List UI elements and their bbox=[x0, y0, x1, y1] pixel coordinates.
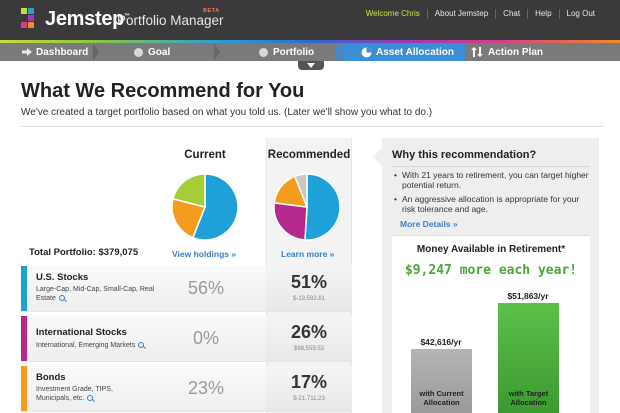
bar-current-label: with Current Allocation bbox=[419, 389, 464, 407]
total-portfolio: Total Portfolio: $379,075 bbox=[29, 247, 139, 258]
magnifier-icon[interactable] bbox=[138, 342, 145, 348]
bar-target-label: with Target Allocation bbox=[508, 389, 549, 407]
recommended-percent: 26% bbox=[290, 322, 328, 342]
delta-amount: $-19,592.81 bbox=[292, 296, 326, 302]
money-amount: $9,247 more each year! bbox=[404, 263, 578, 278]
money-title: Money Available in Retirement* bbox=[416, 244, 566, 255]
asset-name: Bonds bbox=[36, 372, 66, 383]
recommended-heading: Recommended bbox=[267, 149, 351, 161]
asset-row-international-stocks: International Stocks International, Emer… bbox=[21, 316, 352, 362]
step-asset-allocation[interactable]: Asset Allocation bbox=[341, 43, 465, 61]
swap-arrows-icon bbox=[471, 47, 483, 57]
why-bullet: With 21 years to retirement, you can tar… bbox=[392, 170, 592, 190]
current-percent: 23% bbox=[187, 378, 225, 398]
arrow-right-icon bbox=[22, 48, 32, 56]
welcome-user: Welcome Chris bbox=[365, 9, 420, 18]
jemstep-logo-icon bbox=[21, 8, 34, 28]
panel-notch bbox=[373, 148, 382, 166]
bar-current-value: $42,616/yr bbox=[420, 337, 462, 347]
pie-icon bbox=[361, 47, 372, 57]
why-list: With 21 years to retirement, you can tar… bbox=[392, 170, 592, 218]
asset-name: U.S. Stocks bbox=[36, 272, 89, 283]
step-dashboard[interactable]: Dashboard bbox=[0, 43, 99, 61]
page-subtitle: We've created a target portfolio based o… bbox=[21, 107, 433, 118]
more-details-link[interactable]: More Details » bbox=[400, 219, 458, 229]
current-percent: 0% bbox=[192, 328, 219, 348]
recommended-pie-chart bbox=[273, 173, 341, 241]
top-nav: Welcome Chris About Jemstep Chat Help Lo… bbox=[359, 9, 602, 19]
asset-color-bar bbox=[21, 266, 27, 311]
recommended-cell: 51% $-19,592.81 bbox=[266, 266, 352, 311]
step-label: Portfolio bbox=[273, 46, 315, 58]
step-label: Goal bbox=[148, 46, 171, 58]
asset-color-bar bbox=[21, 366, 27, 411]
divider bbox=[21, 126, 604, 127]
divider bbox=[392, 166, 590, 167]
pie-slice-u-s-stocks bbox=[304, 173, 341, 241]
nav-logout-link[interactable]: Log Out bbox=[558, 9, 602, 19]
bar-target-value: $51,863/yr bbox=[507, 291, 549, 301]
asset-color-bar bbox=[21, 316, 27, 361]
app-header: Jemstep™ Portfolio Manager BETA Welcome … bbox=[0, 0, 620, 40]
nav-help-link[interactable]: Help bbox=[527, 9, 558, 19]
current-percent: 56% bbox=[187, 278, 225, 298]
magnifier-icon[interactable] bbox=[87, 395, 94, 401]
asset-desc: Large-Cap, Mid-Cap, Small-Cap, Real Esta… bbox=[36, 286, 155, 302]
current-pie-chart bbox=[171, 173, 239, 241]
circle-icon bbox=[259, 47, 268, 57]
recommended-percent: 17% bbox=[290, 372, 328, 392]
beta-badge: BETA bbox=[203, 8, 220, 14]
nav-about-link[interactable]: About Jemstep bbox=[426, 9, 495, 19]
recommended-percent: 51% bbox=[290, 272, 328, 292]
why-title: Why this recommendation? bbox=[392, 149, 537, 161]
magnifier-icon[interactable] bbox=[58, 295, 65, 301]
pie-slice-international-stocks bbox=[273, 202, 308, 241]
collapse-toggle[interactable] bbox=[298, 61, 324, 70]
nav-chat-link[interactable]: Chat bbox=[495, 9, 527, 19]
step-label: Dashboard bbox=[36, 46, 89, 58]
delta-amount: $-21,711.23 bbox=[293, 396, 325, 402]
step-portfolio[interactable]: Portfolio bbox=[219, 43, 342, 61]
why-bullet: An aggressive allocation is appropriate … bbox=[392, 194, 592, 214]
page-title: What We Recommend for You bbox=[21, 80, 305, 102]
asset-desc: Investment Grade, TIPS, Municipals, etc. bbox=[36, 386, 113, 402]
recommended-cell: 17% $-21,711.23 bbox=[266, 366, 352, 411]
asset-row-bonds: Bonds Investment Grade, TIPS, Municipals… bbox=[21, 366, 352, 412]
asset-row-us-stocks: U.S. Stocks Large-Cap, Mid-Cap, Small-Ca… bbox=[21, 266, 352, 312]
current-heading: Current bbox=[184, 149, 226, 161]
learn-more-link[interactable]: Learn more » bbox=[281, 249, 334, 259]
view-holdings-link[interactable]: View holdings » bbox=[172, 249, 236, 259]
asset-name: International Stocks bbox=[36, 327, 127, 338]
step-nav: Dashboard Goal Portfolio Asset Allocatio… bbox=[0, 43, 620, 61]
product-name: Portfolio Manager bbox=[117, 13, 224, 28]
delta-amount: $98,559.53 bbox=[293, 346, 325, 352]
circle-icon bbox=[134, 47, 143, 57]
recommended-cell: 26% $98,559.53 bbox=[266, 316, 352, 361]
step-action-plan[interactable]: Action Plan bbox=[465, 43, 620, 61]
step-label: Action Plan bbox=[488, 46, 544, 58]
step-goal[interactable]: Goal bbox=[98, 43, 220, 61]
step-label: Asset Allocation bbox=[376, 46, 454, 58]
